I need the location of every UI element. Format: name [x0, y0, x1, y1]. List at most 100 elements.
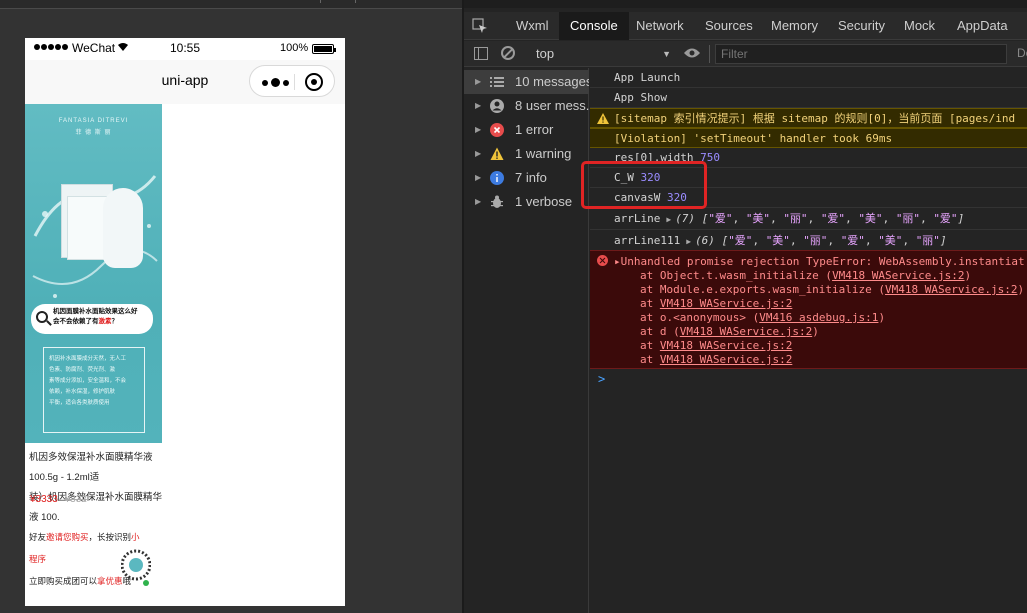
poster-callout: 机因面膜补水面贴效果这么好 会不会依赖了有激素？	[31, 304, 153, 334]
screenshot-root: WeChat 10:55 100% uni-app FANTASIA DITRE…	[0, 0, 1027, 613]
stack-frame: at d (VM418 WAService.js:2)	[640, 325, 819, 338]
close-miniprogram-icon[interactable]	[305, 73, 323, 91]
devtools-pane: Wxml Console Network Sources Memory Secu…	[464, 0, 1027, 613]
product-desc-line: 机因多效保湿补水面膜精华液 100.5g - 1.2ml适	[29, 452, 153, 483]
sidebar-item-label: 7 info	[515, 170, 547, 185]
source-link[interactable]: VM418 WAService.js:2	[885, 283, 1017, 296]
callout-line1: 机因面膜补水面贴效果这么好	[53, 308, 138, 315]
warning-icon	[597, 113, 609, 124]
poster-textbox: 机因补水面膜成分天然，无人工 色素、防腐剂、荧光剂、激 素等成分添加，安全温和，…	[43, 347, 145, 433]
user-icon	[490, 99, 504, 113]
inspect-element-icon[interactable]	[472, 18, 488, 34]
devtools-tab-bar: Wxml Console Network Sources Memory Secu…	[464, 12, 1027, 40]
console-array-message[interactable]: arrLine111 ▶ (6) ["爱", "美", "丽", "爱", "美",…	[590, 230, 1027, 252]
callout-line2: 会不会依赖了有激素？	[53, 318, 118, 325]
sidebar-item-warnings[interactable]: ▶ 1 warning	[464, 142, 589, 166]
tab-console[interactable]: Console	[559, 12, 629, 40]
console-array-message[interactable]: arrLine ▶ (7) ["爱", "美", "丽", "爱", "美", "丽…	[590, 208, 1027, 230]
sidebar-item-label: 1 warning	[515, 146, 572, 161]
tab-memory[interactable]: Memory	[760, 12, 829, 40]
source-link[interactable]: VM418 WAService.js:2	[660, 353, 792, 366]
stack-frame: at VM418 WAService.js:2	[640, 297, 793, 310]
expand-triangle-icon[interactable]: ▶	[666, 215, 671, 224]
expand-arrow-icon: ▶	[475, 149, 482, 158]
status-bar: WeChat 10:55 100%	[25, 38, 345, 60]
expand-arrow-icon: ▶	[475, 101, 482, 110]
source-link[interactable]: VM416 asdebug.js:1	[759, 311, 878, 324]
battery-icon	[312, 44, 336, 54]
sidebar-item-messages[interactable]: ▶ 10 messages	[464, 70, 589, 94]
strip-tick	[355, 0, 356, 3]
poster-text-line: 色素、防腐剂、荧光剂、激	[49, 367, 116, 373]
battery-percent: 100%	[280, 42, 309, 54]
expand-arrow-icon: ▶	[475, 77, 482, 86]
clear-console-icon[interactable]	[501, 46, 515, 60]
magnifier-icon	[36, 311, 48, 323]
sidebar-item-label: 8 user mess...	[515, 98, 589, 113]
menu-capsule	[249, 65, 335, 97]
sidebar-item-user-messages[interactable]: ▶ 8 user mess...	[464, 94, 589, 118]
info-icon	[490, 171, 504, 185]
sidebar-item-verbose[interactable]: ▶ 1 verbose	[464, 190, 589, 214]
poster-brand-cn: 菲 德 斯 丽	[75, 130, 112, 136]
eye-icon[interactable]	[683, 47, 701, 59]
context-select[interactable]: top ▼	[526, 44, 671, 64]
strip-tick	[320, 0, 321, 3]
poster-text-line: 机因补水面膜成分天然，无人工	[49, 356, 127, 362]
navigation-bar: uni-app	[25, 60, 345, 104]
stack-frame: at Module.e.exports.wasm_initialize (VM4…	[640, 283, 1025, 296]
source-link[interactable]: VM418 WAService.js:2	[660, 297, 792, 310]
console-message: App Show	[590, 88, 1027, 108]
bug-icon	[491, 195, 503, 208]
tab-security[interactable]: Security	[827, 12, 896, 40]
expand-arrow-icon: ▶	[475, 197, 482, 206]
simulator-top-strip	[0, 0, 462, 8]
console-prompt[interactable]: >	[598, 372, 605, 386]
signal-icon	[34, 44, 68, 50]
current-price: ¥3333	[30, 494, 58, 505]
sidebar-item-info[interactable]: ▶ 7 info	[464, 166, 589, 190]
tab-appdata[interactable]: AppData	[946, 12, 1019, 40]
simulator-pane: WeChat 10:55 100% uni-app FANTASIA DITRE…	[0, 0, 462, 613]
default-levels-dropdown[interactable]: De	[1017, 46, 1027, 60]
source-link[interactable]: VM418 WAService.js:2	[832, 269, 964, 282]
tab-mock[interactable]: Mock	[893, 12, 946, 40]
stack-frame: at VM418 WAService.js:2	[640, 339, 793, 352]
product-poster[interactable]: FANTASIA DITREVI 菲 德 斯 丽 机因面膜补水面贴效果这么好 会…	[25, 104, 162, 443]
expand-triangle-icon[interactable]: ▸	[614, 255, 621, 268]
context-value: top	[536, 46, 555, 61]
phone-screen[interactable]: WeChat 10:55 100% uni-app FANTASIA DITRE…	[25, 38, 345, 606]
expand-triangle-icon[interactable]: ▶	[686, 237, 691, 246]
console-warning: [sitemap 索引情况提示] 根据 sitemap 的规则[0]，当前页面 …	[590, 108, 1027, 128]
stack-frame: at Object.t.wasm_initialize (VM418 WASer…	[640, 269, 972, 282]
expand-arrow-icon: ▶	[475, 125, 482, 134]
console-sidebar: ▶ 10 messages ▶ 8 user mess... ▶ 1 error…	[464, 68, 589, 613]
source-link[interactable]: VM418 WAService.js:2	[660, 339, 792, 352]
poster-text-line: 依赖，补水保湿，修护肌肤	[49, 389, 116, 395]
more-icon[interactable]	[262, 78, 289, 87]
sidebar-item-label: 10 messages	[515, 74, 589, 89]
wifi-icon	[118, 43, 128, 51]
source-link[interactable]: VM418 WAService.js:2	[680, 325, 812, 338]
expand-arrow-icon: ▶	[475, 173, 482, 182]
tab-network[interactable]: Network	[625, 12, 695, 40]
tab-wxml[interactable]: Wxml	[505, 12, 560, 40]
sidebar-toggle-icon[interactable]	[474, 47, 488, 60]
carrier-label: WeChat	[72, 41, 116, 55]
chevron-down-icon: ▼	[662, 49, 671, 59]
product-description: 机因多效保湿补水面膜精华液 100.5g - 1.2ml适 装）机因多效保湿补水…	[29, 448, 163, 528]
status-time: 10:55	[170, 41, 201, 55]
filter-input[interactable]	[715, 44, 1007, 64]
price-row: ¥3333 ¥332	[30, 494, 87, 505]
sidebar-item-errors[interactable]: ▶ 1 error	[464, 118, 589, 142]
annotation-highlight-box	[581, 161, 707, 209]
error-headline[interactable]: ▸Unhandled promise rejection TypeError: …	[614, 255, 1025, 269]
poster-brand-en: FANTASIA DITREVI	[58, 118, 129, 124]
miniprogram-code-icon[interactable]	[121, 532, 151, 598]
stack-frame: at VM418 WAService.js:2	[640, 353, 793, 366]
toolbar-divider	[709, 45, 710, 63]
console-toolbar: top ▼ De	[464, 41, 1027, 67]
tab-sources[interactable]: Sources	[694, 12, 764, 40]
list-icon	[490, 77, 504, 87]
simulator-rule	[0, 8, 462, 9]
